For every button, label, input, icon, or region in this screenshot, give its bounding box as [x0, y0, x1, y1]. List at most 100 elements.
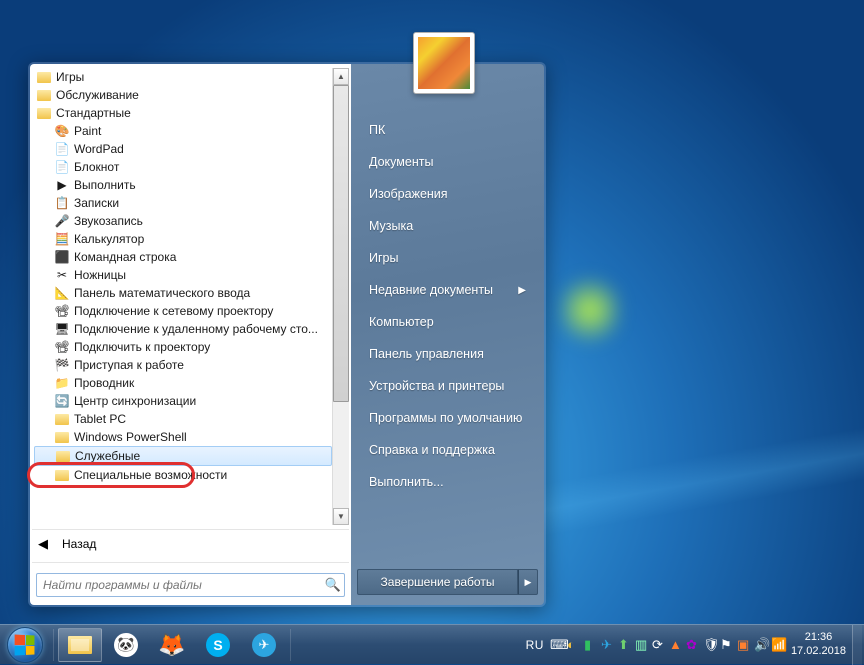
start-button[interactable] — [0, 625, 50, 665]
program-subfolder[interactable]: Windows PowerShell — [34, 428, 332, 446]
panda-icon: 🐼 — [114, 633, 138, 657]
desktop-decoration — [560, 270, 620, 350]
app-icon: 🔄 — [54, 393, 70, 409]
right-panel-item[interactable]: Игры — [353, 242, 542, 274]
clock[interactable]: 21:36 17.02.2018 — [785, 631, 852, 659]
right-panel-item[interactable]: ПК — [353, 114, 542, 146]
program-subfolder[interactable]: Специальные возможности — [34, 466, 332, 484]
user-picture-frame[interactable] — [413, 32, 475, 94]
program-item[interactable]: ▶Выполнить — [34, 176, 332, 194]
app-icon: ✂ — [54, 267, 70, 283]
desktop-decoration — [520, 384, 864, 584]
tray-icon[interactable]: ◐ — [564, 625, 581, 665]
program-item[interactable]: 🏁Приступая к работе — [34, 356, 332, 374]
item-label: Блокнот — [74, 160, 119, 174]
program-item[interactable]: 📽Подключить к проектору — [34, 338, 332, 356]
item-label: Стандартные — [56, 106, 131, 120]
flag-icon[interactable]: ⚑ — [717, 625, 734, 665]
shutdown-options-button[interactable]: ▶ — [518, 569, 538, 595]
program-folder[interactable]: Стандартные — [34, 104, 332, 122]
item-label: Панель управления — [369, 347, 484, 361]
right-panel-item[interactable]: Программы по умолчанию — [353, 402, 542, 434]
item-label: Игры — [56, 70, 84, 84]
volume-icon[interactable]: 🔊 — [751, 625, 768, 665]
back-button[interactable]: ◀ Назад — [30, 530, 351, 558]
taskbar-app-skype[interactable]: S — [196, 628, 240, 662]
program-item[interactable]: 🎤Звукозапись — [34, 212, 332, 230]
item-label: Документы — [369, 155, 433, 169]
item-label: Музыка — [369, 219, 413, 233]
scrollbar[interactable]: ▲ ▼ — [332, 68, 349, 525]
item-label: Компьютер — [369, 315, 434, 329]
item-label: Проводник — [74, 376, 134, 390]
program-item[interactable]: 📐Панель математического ввода — [34, 284, 332, 302]
tray-icon[interactable]: ✿ — [683, 625, 700, 665]
right-panel-item[interactable]: Документы — [353, 146, 542, 178]
taskbar-app-panda[interactable]: 🐼 — [104, 628, 148, 662]
right-panel-item[interactable]: Изображения — [353, 178, 542, 210]
app-icon: 🖥 — [54, 321, 70, 337]
scroll-up-button[interactable]: ▲ — [333, 68, 349, 85]
right-panel-item[interactable]: Устройства и принтеры — [353, 370, 542, 402]
program-folder[interactable]: Игры — [34, 68, 332, 86]
app-icon: ⬛ — [54, 249, 70, 265]
right-panel-item[interactable]: Панель управления — [353, 338, 542, 370]
tray-icon[interactable]: 🛡 — [700, 625, 717, 665]
item-label: Звукозапись — [74, 214, 143, 228]
shutdown-button[interactable]: Завершение работы — [357, 569, 518, 595]
tray-icon[interactable]: ▮ — [581, 625, 598, 665]
right-panel-item[interactable]: Музыка — [353, 210, 542, 242]
tray-icon[interactable]: ▲ — [666, 625, 683, 665]
taskbar: 🐼 🦊 S ✈ RU ⌨ ◐ ▮ ✈ ⬆ ▥ ⟳ ▲ ✿ 🛡 ⚑ ▣ 🔊 📶 2… — [0, 624, 864, 664]
program-folder[interactable]: Обслуживание — [34, 86, 332, 104]
item-label: WordPad — [74, 142, 124, 156]
folder-icon — [36, 87, 52, 103]
search-icon: 🔍 — [322, 577, 344, 593]
item-label: Tablet PC — [74, 412, 126, 426]
right-panel-item[interactable]: Недавние документы▶ — [353, 274, 542, 306]
language-indicator[interactable]: RU — [523, 625, 547, 665]
tray-icon[interactable]: ⟳ — [649, 625, 666, 665]
program-item[interactable]: 📁Проводник — [34, 374, 332, 392]
program-item[interactable]: ✂Ножницы — [34, 266, 332, 284]
tray-icon[interactable]: ▣ — [734, 625, 751, 665]
taskbar-app-firefox[interactable]: 🦊 — [150, 628, 194, 662]
taskbar-app-explorer[interactable] — [58, 628, 102, 662]
program-item[interactable]: 📄Блокнот — [34, 158, 332, 176]
network-icon[interactable]: 📶 — [768, 625, 785, 665]
right-panel-item[interactable]: Справка и поддержка — [353, 434, 542, 466]
scroll-track[interactable] — [333, 85, 349, 508]
search-input[interactable] — [37, 578, 322, 592]
start-menu: Игры Обслуживание Стандартные 🎨Paint📄WordPa… — [28, 62, 546, 607]
search-box[interactable]: 🔍 — [36, 573, 345, 597]
back-arrow-icon: ◀ — [38, 536, 52, 552]
right-panel-item[interactable]: Выполнить... — [353, 466, 542, 498]
program-item[interactable]: 🔄 Центр синхронизации — [34, 392, 332, 410]
time-text: 21:36 — [805, 631, 833, 645]
keyboard-icon[interactable]: ⌨ — [547, 625, 564, 665]
program-item[interactable]: 📽Подключение к сетевому проектору — [34, 302, 332, 320]
program-item[interactable]: ⬛Командная строка — [34, 248, 332, 266]
program-item[interactable]: 📄WordPad — [34, 140, 332, 158]
scroll-thumb[interactable] — [333, 85, 349, 402]
right-panel-item[interactable]: Компьютер — [353, 306, 542, 338]
program-item[interactable]: 📋Записки — [34, 194, 332, 212]
program-item[interactable]: 🖥Подключение к удаленному рабочему сто..… — [34, 320, 332, 338]
separator — [53, 629, 54, 661]
tray-icon[interactable]: ▥ — [632, 625, 649, 665]
show-desktop-button[interactable] — [852, 625, 862, 665]
program-subfolder[interactable]: Tablet PC — [34, 410, 332, 428]
item-label: Центр синхронизации — [74, 394, 196, 408]
program-item[interactable]: 🎨Paint — [34, 122, 332, 140]
item-label: Изображения — [369, 187, 448, 201]
program-subfolder[interactable]: Служебные — [34, 446, 332, 466]
shutdown-row: Завершение работы ▶ — [353, 565, 542, 599]
firefox-icon: 🦊 — [158, 632, 185, 658]
program-item[interactable]: 🧮Калькулятор — [34, 230, 332, 248]
scroll-down-button[interactable]: ▼ — [333, 508, 349, 525]
taskbar-app-telegram[interactable]: ✈ — [242, 628, 286, 662]
item-label: Windows PowerShell — [74, 430, 187, 444]
tray-icon[interactable]: ⬆ — [615, 625, 632, 665]
item-label: Paint — [74, 124, 101, 138]
tray-icon[interactable]: ✈ — [598, 625, 615, 665]
